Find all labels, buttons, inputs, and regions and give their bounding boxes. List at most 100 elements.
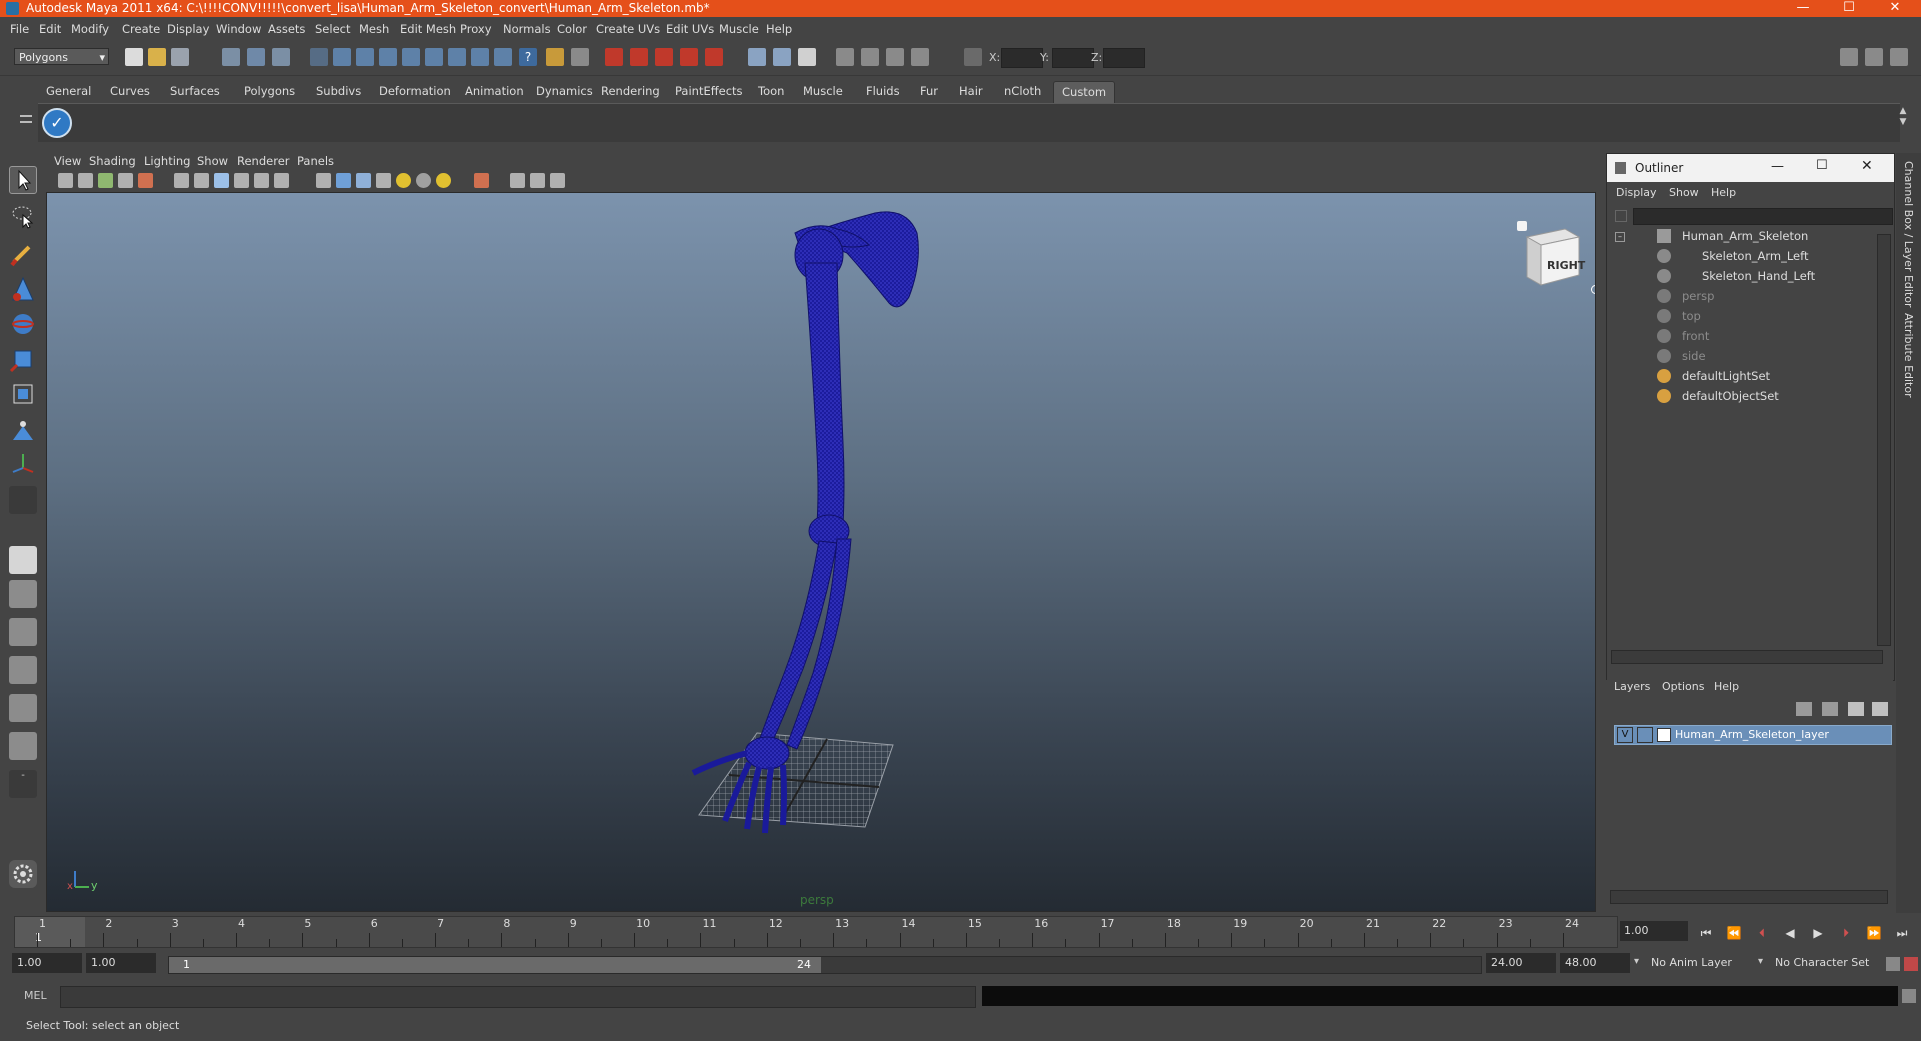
playback-start-field[interactable]: 1.00 xyxy=(86,953,156,973)
animation-end-field[interactable]: 48.00 xyxy=(1560,953,1630,973)
step-back-key-icon[interactable]: ⏴ xyxy=(1754,925,1770,941)
select-camera-icon[interactable] xyxy=(58,173,73,188)
menu-create[interactable]: Create xyxy=(122,22,160,36)
shelf-tab-general[interactable]: General xyxy=(38,81,99,102)
shelf-tab-painteffects[interactable]: PaintEffects xyxy=(667,81,751,102)
layer-display-type-toggle[interactable] xyxy=(1637,727,1653,743)
select-misc-icon[interactable] xyxy=(494,48,512,66)
outliner-item-front[interactable]: front xyxy=(1607,326,1873,346)
layer-visibility-toggle[interactable]: V xyxy=(1617,727,1633,743)
shelf-tab-polygons[interactable]: Polygons xyxy=(236,81,303,102)
go-to-end-icon[interactable]: ⏭ xyxy=(1894,925,1910,941)
four-view-layout-icon[interactable] xyxy=(9,580,37,608)
range-slider-handle[interactable]: 1 24 xyxy=(169,957,821,973)
view-cube[interactable]: RIGHT xyxy=(1517,213,1595,294)
menu-color[interactable]: Color xyxy=(557,22,587,36)
snap-curve-icon[interactable] xyxy=(630,48,648,66)
character-set-selector[interactable]: No Character Set xyxy=(1770,953,1882,973)
layers-menu-layers[interactable]: Layers xyxy=(1614,680,1650,693)
shelf-menu-handle[interactable] xyxy=(16,81,36,141)
open-scene-icon[interactable] xyxy=(148,48,166,66)
snap-view-plane-icon[interactable] xyxy=(680,48,698,66)
anim-layer-dropdown-chevron-icon[interactable]: ▾ xyxy=(1634,956,1639,967)
render-view-icon[interactable] xyxy=(836,48,854,66)
current-frame-marker[interactable] xyxy=(15,917,85,947)
shelf-tab-fur[interactable]: Fur xyxy=(912,81,946,102)
persp-outliner-layout-icon[interactable] xyxy=(9,618,37,646)
menu-set-selector[interactable]: Polygons ▾ xyxy=(14,48,109,65)
shelf-tab-curves[interactable]: Curves xyxy=(102,81,158,102)
textured-icon[interactable] xyxy=(376,173,391,188)
anim-layer-selector[interactable]: No Anim Layer xyxy=(1646,953,1756,973)
make-live-icon[interactable] xyxy=(705,48,723,66)
image-plane-icon[interactable] xyxy=(118,173,133,188)
menu-muscle[interactable]: Muscle xyxy=(719,22,759,36)
menu-proxy[interactable]: Proxy xyxy=(460,22,492,36)
minimize-button[interactable]: — xyxy=(1786,0,1820,17)
two-d-pan-zoom-icon[interactable] xyxy=(138,173,153,188)
outliner-maximize-button[interactable]: ☐ xyxy=(1816,158,1828,173)
select-dynamics-icon[interactable] xyxy=(448,48,466,66)
construction-history-icon[interactable] xyxy=(798,48,816,66)
settings-gear-icon[interactable] xyxy=(9,860,37,888)
filter-menu-icon[interactable] xyxy=(1615,210,1627,222)
menu-select[interactable]: Select xyxy=(315,22,350,36)
shelf-tab-fluids[interactable]: Fluids xyxy=(858,81,908,102)
select-joints-icon[interactable] xyxy=(356,48,374,66)
xray-joints-icon[interactable] xyxy=(530,173,545,188)
save-scene-icon[interactable] xyxy=(171,48,189,66)
lock-selection-icon[interactable] xyxy=(546,48,564,66)
paint-select-tool-icon[interactable] xyxy=(9,240,37,268)
toggle-attribute-editor-icon[interactable] xyxy=(1840,48,1858,66)
menu-window[interactable]: Window xyxy=(216,22,261,36)
shelf-tab-surfaces[interactable]: Surfaces xyxy=(162,81,228,102)
menu-modify[interactable]: Modify xyxy=(71,22,109,36)
menu-assets[interactable]: Assets xyxy=(268,22,305,36)
rotate-tool-icon[interactable] xyxy=(9,310,37,338)
smooth-shade-icon[interactable] xyxy=(336,173,351,188)
bookmarks-icon[interactable] xyxy=(98,173,113,188)
grid-toggle-icon[interactable] xyxy=(174,173,189,188)
outliner-filter-input[interactable] xyxy=(1633,208,1893,225)
outliner-menu-help[interactable]: Help xyxy=(1711,186,1736,199)
outliner-horizontal-scrollbar[interactable] xyxy=(1611,650,1883,664)
pick-mask-icon[interactable] xyxy=(310,48,328,66)
character-set-dropdown-chevron-icon[interactable]: ▾ xyxy=(1758,956,1763,967)
perspective-viewport[interactable]: RIGHT y x persp xyxy=(46,192,1596,912)
outliner-item-default-light-set[interactable]: defaultLightSet xyxy=(1607,366,1873,386)
viewport-menu-shading[interactable]: Shading xyxy=(89,154,136,168)
history-output-icon[interactable] xyxy=(773,48,791,66)
shelf-tab-muscle[interactable]: Muscle xyxy=(795,81,851,102)
layers-horizontal-scrollbar[interactable] xyxy=(1610,890,1888,904)
shadows-icon[interactable] xyxy=(416,173,431,188)
select-component-icon[interactable] xyxy=(272,48,290,66)
shelf-tab-ncloth[interactable]: nCloth xyxy=(996,81,1049,102)
select-deformations-icon[interactable] xyxy=(425,48,443,66)
ipr-render-icon[interactable] xyxy=(886,48,904,66)
menu-normals[interactable]: Normals xyxy=(503,22,551,36)
time-slider[interactable]: 1 1 2 3 4 5 6 7 8 9 10 11 12 13 14 15 16 17 18 19 20 21 22 23 2… xyxy=(14,916,1618,948)
outliner-item-top[interactable]: top xyxy=(1607,306,1873,326)
resolution-gate-icon[interactable] xyxy=(214,173,229,188)
playback-end-field[interactable]: 24.00 xyxy=(1486,953,1556,973)
wireframe-on-shaded-icon[interactable] xyxy=(356,173,371,188)
viewport-menu-panels[interactable]: Panels xyxy=(297,154,334,168)
show-manipulator-icon[interactable] xyxy=(9,450,37,478)
move-layer-down-icon[interactable] xyxy=(1872,702,1888,716)
snap-point-icon[interactable] xyxy=(655,48,673,66)
shelf-tab-hair[interactable]: Hair xyxy=(951,81,991,102)
outliner-item-persp[interactable]: persp xyxy=(1607,286,1873,306)
manipulator-tool-icon[interactable] xyxy=(9,380,37,408)
shelf-tab-subdivs[interactable]: Subdivs xyxy=(308,81,369,102)
menu-edit[interactable]: Edit xyxy=(39,22,61,36)
viewport-menu-lighting[interactable]: Lighting xyxy=(144,154,190,168)
tab-attribute-editor[interactable]: Attribute Editor xyxy=(1902,313,1915,398)
layout-menu-icon[interactable]: - xyxy=(9,770,37,798)
script-editor-icon[interactable] xyxy=(1902,989,1916,1003)
share-viewport-icon[interactable] xyxy=(550,173,565,188)
viewport-menu-renderer[interactable]: Renderer xyxy=(237,154,290,168)
scale-tool-icon[interactable] xyxy=(9,345,37,373)
outliner-menu-display[interactable]: Display xyxy=(1616,186,1657,199)
safe-action-icon[interactable] xyxy=(274,173,289,188)
outliner-item-skeleton-hand-left[interactable]: Skeleton_Hand_Left xyxy=(1607,266,1873,286)
